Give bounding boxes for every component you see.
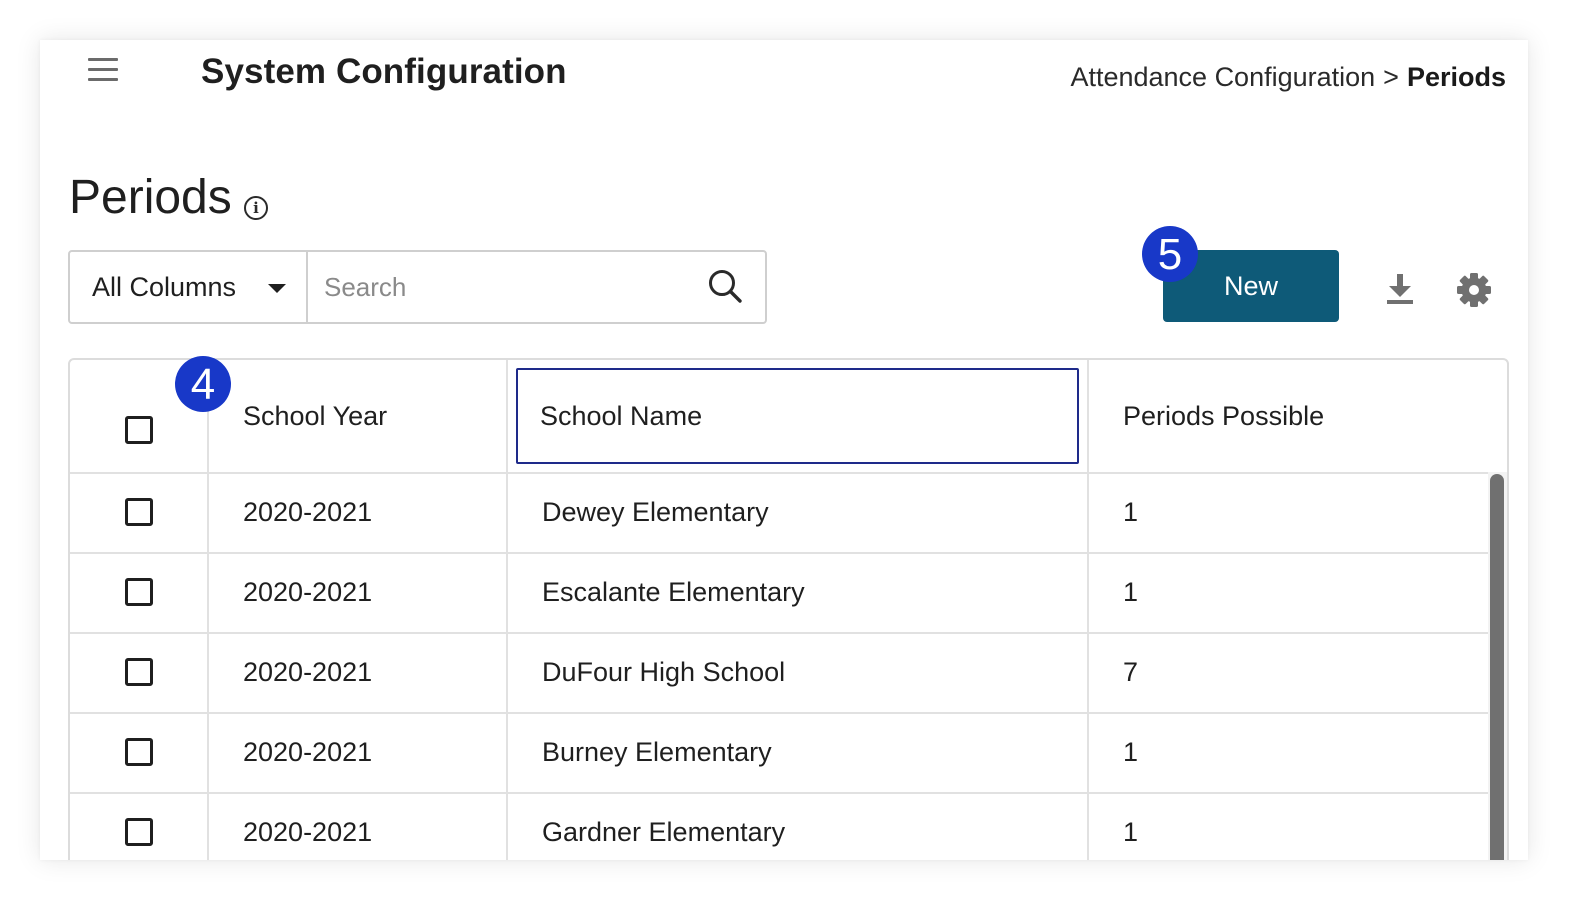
hamburger-menu-icon[interactable]	[88, 58, 118, 88]
table-scrollbar[interactable]	[1488, 472, 1507, 860]
caret-down-icon	[268, 284, 286, 293]
row-checkbox[interactable]	[124, 658, 153, 686]
table-row[interactable]: 2020-2021 Burney Elementary 1	[70, 712, 1488, 794]
breadcrumb-parent[interactable]: Attendance Configuration	[1070, 62, 1375, 92]
breadcrumb-separator: >	[1383, 62, 1399, 92]
school-year-cell: 2020-2021	[209, 632, 508, 712]
row-checkbox[interactable]	[124, 498, 153, 526]
column-filter-dropdown[interactable]: All Columns	[70, 252, 308, 322]
column-filter-value: All Columns	[92, 271, 237, 302]
column-header-periods-possible[interactable]: Periods Possible	[1089, 360, 1507, 472]
search-bar: All Columns	[68, 250, 767, 324]
column-header-school-name[interactable]: School Name	[508, 360, 1089, 472]
school-name-cell: Escalante Elementary	[508, 552, 1089, 632]
row-checkbox-cell	[70, 632, 209, 712]
page-title: Periods	[69, 171, 232, 224]
periods-possible-cell: 1	[1123, 496, 1139, 527]
table-row[interactable]: 2020-2021 Dewey Elementary 1	[70, 472, 1488, 554]
school-name-cell: DuFour High School	[508, 632, 1089, 712]
row-checkbox[interactable]	[124, 578, 153, 606]
periods-possible-cell: 1	[1123, 736, 1139, 767]
scrollbar-thumb[interactable]	[1490, 474, 1504, 860]
breadcrumb: Attendance Configuration > Periods	[1070, 62, 1506, 93]
row-checkbox[interactable]	[124, 818, 153, 846]
callout-badge-school-year: 4	[175, 356, 231, 412]
row-checkbox-cell	[70, 472, 209, 552]
download-icon[interactable]	[1383, 272, 1417, 306]
gear-icon[interactable]	[1456, 272, 1492, 308]
breadcrumb-current: Periods	[1406, 62, 1506, 92]
search-input[interactable]	[308, 252, 705, 322]
school-year-cell: 2020-2021	[209, 552, 508, 632]
periods-possible-cell: 1	[1123, 576, 1139, 607]
table-row[interactable]: 2020-2021 DuFour High School 7	[70, 632, 1488, 714]
info-icon[interactable]: i	[244, 196, 268, 220]
school-name-cell: Gardner Elementary	[508, 792, 1089, 860]
table-header-row: School Year School Name Periods Possible	[70, 360, 1507, 474]
callout-badge-new: 5	[1142, 226, 1198, 282]
app-title: System Configuration	[201, 52, 567, 91]
periods-possible-cell: 1	[1123, 816, 1139, 847]
search-icon[interactable]	[705, 266, 745, 306]
table-row[interactable]: 2020-2021 Gardner Elementary 1	[70, 792, 1488, 860]
school-year-cell: 2020-2021	[209, 472, 508, 552]
select-all-checkbox[interactable]	[124, 416, 153, 444]
app-window: System Configuration Attendance Configur…	[40, 40, 1528, 860]
row-checkbox-cell	[70, 792, 209, 860]
school-name-cell: Burney Elementary	[508, 712, 1089, 792]
column-header-school-year[interactable]: School Year	[209, 360, 508, 472]
school-name-cell: Dewey Elementary	[508, 472, 1089, 552]
row-checkbox-cell	[70, 552, 209, 632]
periods-table: School Year School Name Periods Possible…	[68, 358, 1509, 860]
table-row[interactable]: 2020-2021 Escalante Elementary 1	[70, 552, 1488, 634]
row-checkbox-cell	[70, 712, 209, 792]
column-header-school-name-label: School Name	[540, 400, 703, 431]
school-year-cell: 2020-2021	[209, 712, 508, 792]
school-year-cell: 2020-2021	[209, 792, 508, 860]
periods-possible-cell: 7	[1123, 656, 1139, 687]
row-checkbox[interactable]	[124, 738, 153, 766]
